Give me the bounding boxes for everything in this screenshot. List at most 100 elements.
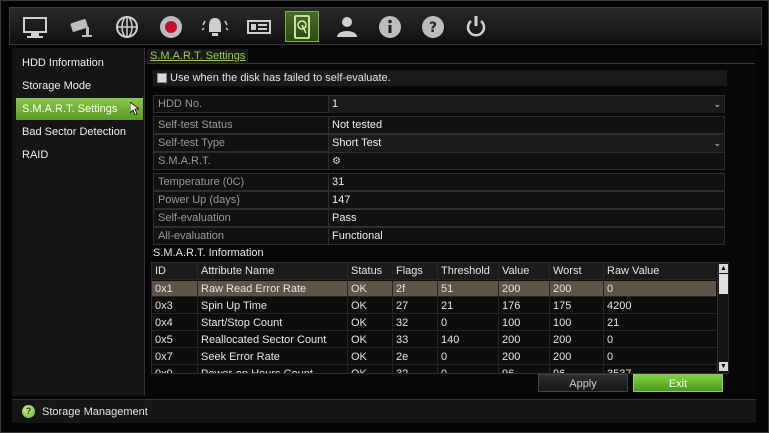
hdd-no-select[interactable]: 1 ⌄ [328, 96, 724, 113]
smart-action[interactable]: ⚙ [328, 153, 724, 170]
table-cell: 0x4 [155, 317, 173, 329]
self-test-type-row: Self-test Type Short Test ⌄ [153, 134, 725, 152]
table-cell: 0 [437, 315, 498, 330]
column-header[interactable]: Attribute Name [197, 263, 347, 279]
apply-button[interactable]: Apply [538, 374, 628, 392]
table-cell: 2f [392, 281, 437, 296]
sidebar-item-storage-mode[interactable]: Storage Mode [16, 75, 143, 97]
self-evaluate-option[interactable]: Use when the disk has failed to self-eva… [153, 70, 727, 86]
table-row[interactable]: 0x3 Spin Up Time OK 27 21 176 175 4200 [152, 298, 716, 314]
table-cell: 175 [549, 298, 603, 313]
table-cell: 3537 [603, 366, 716, 373]
sidebar-item-smart-settings[interactable]: S.M.A.R.T. Settings [16, 98, 143, 120]
self-evaluation-value: Pass [328, 210, 724, 227]
chevron-down-icon: ⌄ [713, 138, 721, 148]
status-bar: ? Storage Management [12, 399, 756, 423]
scrollbar-thumb[interactable] [719, 274, 728, 294]
sidebar-item-raid[interactable]: RAID [16, 144, 143, 166]
table-cell: 21 [603, 315, 716, 330]
column-header[interactable]: Flags [392, 263, 437, 279]
table-cell: 2e [392, 349, 437, 364]
self-test-type-value: Short Test [332, 137, 382, 149]
table-row[interactable]: 0x1 Raw Read Error Rate OK 2f 51 200 200 0 [152, 281, 716, 297]
table-cell: 140 [437, 332, 498, 347]
table-cell: 100 [498, 315, 549, 330]
self-evaluation-label: Self-evaluation [158, 212, 231, 224]
table-cell: 0x3 [155, 300, 173, 312]
column-header[interactable]: Worst [549, 263, 603, 279]
help-icon[interactable]: ? [416, 11, 450, 42]
temperature-row: Temperature (0C) 31 [153, 173, 725, 191]
table-cell: 176 [498, 298, 549, 313]
alarm-icon[interactable] [198, 11, 232, 42]
svg-text:?: ? [429, 20, 437, 36]
table-cell: 51 [437, 281, 498, 296]
power-up-row: Power Up (days) 147 [153, 191, 725, 209]
column-header[interactable]: Threshold [437, 263, 498, 279]
power-icon[interactable] [459, 11, 493, 42]
title-divider [147, 63, 755, 64]
table-cell: Spin Up Time [197, 298, 347, 313]
table-cell: 0 [603, 332, 716, 347]
table-cell: OK [347, 315, 392, 330]
scroll-down-icon[interactable]: ▼ [719, 362, 728, 371]
table-scrollbar[interactable]: ▲ ▼ [717, 263, 728, 373]
smart-information-table: ID Attribute Name Status Flags Threshold… [151, 262, 729, 374]
exit-button[interactable]: Exit [633, 374, 723, 392]
table-cell: 200 [549, 349, 603, 364]
column-header[interactable]: Status [347, 263, 392, 279]
table-cell: OK [347, 332, 392, 347]
smart-row: S.M.A.R.T. ⚙ [153, 152, 725, 170]
table-header-row: ID Attribute Name Status Flags Threshold… [152, 263, 716, 280]
column-header[interactable]: ID [152, 263, 197, 279]
table-cell: Seek Error Rate [197, 349, 347, 364]
table-cell: 200 [498, 332, 549, 347]
table-cell: Power-on Hours Count [197, 366, 347, 373]
status-label: Storage Management [42, 405, 148, 418]
table-row[interactable]: 0x9 Power-on Hours Count OK 32 0 96 96 3537 [152, 366, 716, 374]
table-cell: OK [347, 366, 392, 373]
section-title-tab[interactable]: S.M.A.R.T. Settings [147, 49, 249, 63]
gear-icon[interactable]: ⚙ [332, 156, 341, 167]
self-test-status-row: Self-test Status Not tested [153, 116, 725, 134]
smart-label: S.M.A.R.T. [158, 155, 211, 167]
table-row[interactable]: 0x7 Seek Error Rate OK 2e 0 200 200 0 [152, 349, 716, 365]
app-window: ? HDD Information Storage Mode S.M.A.R.T… [0, 0, 769, 433]
hdd-no-row: HDD No. 1 ⌄ [153, 95, 725, 113]
table-cell: 100 [549, 315, 603, 330]
sidebar-item-hdd-information[interactable]: HDD Information [16, 52, 143, 74]
self-test-type-select[interactable]: Short Test ⌄ [328, 135, 724, 152]
self-evaluate-checkbox[interactable] [157, 73, 167, 83]
column-header[interactable]: Raw Value [603, 263, 716, 279]
table-cell: 0x7 [155, 351, 173, 363]
sidebar-item-label: S.M.A.R.T. Settings [22, 103, 118, 115]
user-icon[interactable] [330, 11, 364, 42]
self-test-type-label: Self-test Type [158, 137, 226, 149]
scroll-up-icon[interactable]: ▲ [719, 264, 728, 273]
hdd-icon[interactable] [285, 11, 319, 42]
table-cell: Raw Read Error Rate [197, 281, 347, 296]
table-row[interactable]: 0x5 Reallocated Sector Count OK 33 140 200 200… [152, 332, 716, 348]
info-icon[interactable] [373, 11, 407, 42]
table-cell: 96 [549, 366, 603, 373]
table-cell: 200 [498, 349, 549, 364]
table-cell: 0x9 [155, 368, 173, 374]
device-icon[interactable] [242, 11, 276, 42]
table-cell: 0 [437, 366, 498, 373]
column-header[interactable]: Value [498, 263, 549, 279]
table-cell: 0 [603, 281, 716, 296]
main-toolbar: ? [9, 7, 762, 45]
table-cell: 21 [437, 298, 498, 313]
network-icon[interactable] [110, 11, 144, 42]
smart-information-title: S.M.A.R.T. Information [153, 247, 264, 259]
self-test-status-label: Self-test Status [158, 119, 233, 131]
record-icon[interactable] [154, 11, 188, 42]
table-cell: OK [347, 281, 392, 296]
power-up-label: Power Up (days) [158, 194, 240, 206]
camera-icon[interactable] [64, 11, 98, 42]
table-cell: Start/Stop Count [197, 315, 347, 330]
monitor-icon[interactable] [18, 11, 52, 42]
table-row[interactable]: 0x4 Start/Stop Count OK 32 0 100 100 21 [152, 315, 716, 331]
table-cell: 27 [392, 298, 437, 313]
sidebar-item-bad-sector-detection[interactable]: Bad Sector Detection [16, 121, 143, 143]
